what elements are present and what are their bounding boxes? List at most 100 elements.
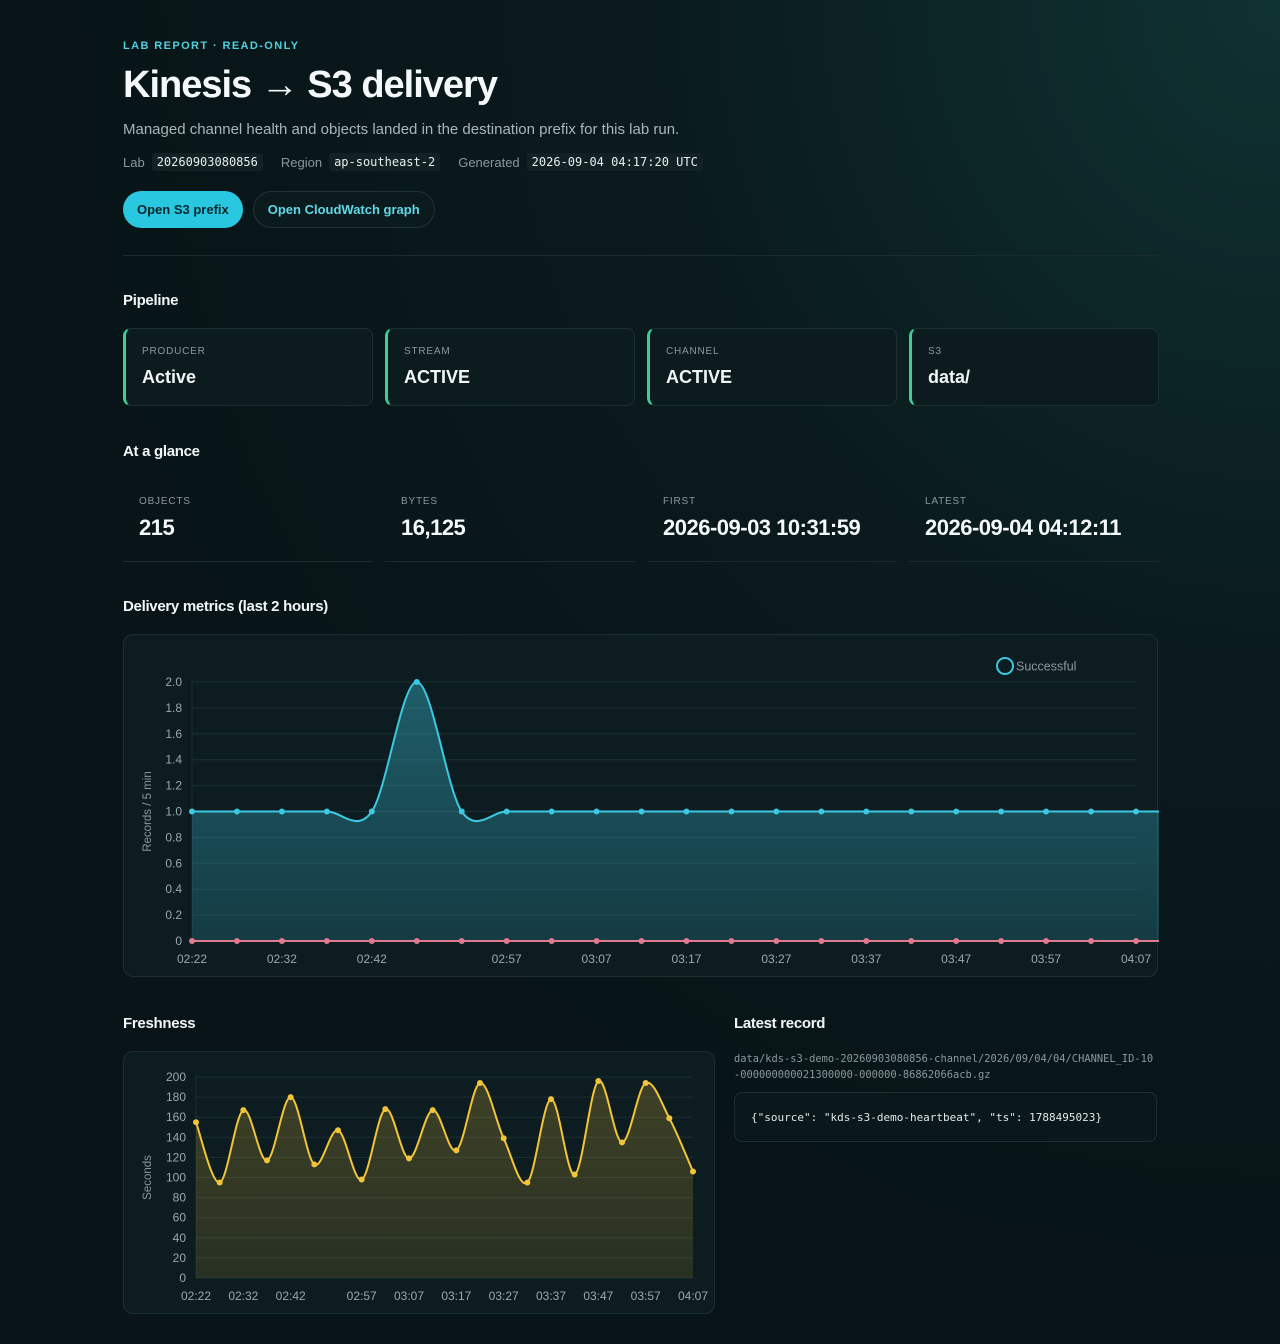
data-point bbox=[593, 808, 600, 815]
card-value: ACTIVE bbox=[404, 367, 471, 387]
series-area bbox=[196, 1080, 693, 1278]
data-point bbox=[458, 938, 465, 944]
card-value: 2026-09-04 04:12:11 bbox=[925, 515, 1122, 540]
y-tick-label: 20 bbox=[173, 1251, 187, 1265]
meta-lab-value: 20260903080856 bbox=[151, 153, 263, 171]
card-value: data/ bbox=[928, 367, 971, 387]
x-tick-label: 02:42 bbox=[357, 952, 387, 966]
y-tick-label: 0.4 bbox=[165, 882, 182, 896]
y-tick-label: 140 bbox=[166, 1130, 186, 1144]
data-point bbox=[683, 938, 690, 944]
data-point bbox=[642, 1080, 649, 1087]
x-tick-label: 02:32 bbox=[228, 1289, 258, 1303]
data-point bbox=[666, 1115, 673, 1122]
data-point bbox=[1133, 808, 1139, 815]
delivery-chart-panel: 0 0.2 0.4 0.6 0.8 1.0 1.2 1.4 1.6 1.8 2.0 Records /… bbox=[123, 634, 1184, 977]
y-axis-label: Seconds bbox=[142, 1155, 154, 1200]
data-point bbox=[638, 808, 645, 815]
data-point bbox=[863, 808, 870, 815]
card-label: STREAM bbox=[404, 346, 451, 357]
meta-region-key: Region bbox=[280, 154, 323, 170]
y-tick-label: 0.8 bbox=[165, 830, 182, 844]
pipeline-heading: Pipeline bbox=[123, 292, 179, 309]
card-value: 2026-09-03 10:31:59 bbox=[663, 515, 861, 540]
latest-record-path: data/kds-s3-demo-20260903080856-channel/… bbox=[734, 1053, 1154, 1081]
glance-card-objects: OBJECTS 215 bbox=[123, 482, 373, 562]
x-tick-label: 03:37 bbox=[851, 952, 881, 966]
pipeline-card-producer: PRODUCER Active bbox=[123, 328, 373, 406]
data-point bbox=[690, 1168, 696, 1175]
data-point bbox=[413, 679, 420, 685]
y-tick-label: 160 bbox=[166, 1110, 186, 1124]
open-s3-prefix-button[interactable]: Open S3 prefix bbox=[123, 191, 243, 228]
data-point bbox=[818, 938, 825, 944]
y-tick-label: 200 bbox=[166, 1070, 186, 1084]
data-point bbox=[335, 1127, 341, 1134]
data-point bbox=[406, 1155, 412, 1162]
open-cloudwatch-graph-button[interactable]: Open CloudWatch graph bbox=[252, 191, 435, 228]
card-label: PRODUCER bbox=[142, 346, 206, 357]
data-point bbox=[953, 808, 960, 815]
data-point bbox=[323, 808, 330, 815]
y-tick-label: 40 bbox=[173, 1231, 187, 1245]
data-point bbox=[311, 1161, 318, 1168]
y-tick-label: 0 bbox=[179, 1271, 186, 1285]
glance-cards: OBJECTS 215 BYTES 16,125 FIRST 2026-09-0… bbox=[123, 482, 1159, 562]
glance-heading: At a glance bbox=[123, 443, 200, 460]
data-point bbox=[323, 938, 330, 944]
data-point bbox=[189, 808, 195, 815]
meta-generated-key: Generated bbox=[458, 154, 520, 170]
y-tick-label: 1.6 bbox=[165, 727, 182, 741]
data-point bbox=[278, 808, 285, 815]
y-tick-label: 100 bbox=[166, 1171, 186, 1185]
data-point bbox=[728, 938, 735, 944]
data-point bbox=[773, 938, 780, 944]
data-point bbox=[233, 938, 240, 944]
pipeline-card-channel: CHANNEL ACTIVE bbox=[647, 328, 897, 406]
delivery-metrics-heading: Delivery metrics (last 2 hours) bbox=[123, 598, 328, 615]
x-tick-label: 02:42 bbox=[276, 1289, 306, 1303]
data-point bbox=[818, 808, 825, 815]
data-point bbox=[1043, 808, 1050, 815]
x-tick-label: 03:27 bbox=[761, 952, 791, 966]
data-point bbox=[728, 808, 735, 815]
y-tick-label: 1.2 bbox=[165, 779, 182, 793]
card-label: BYTES bbox=[401, 496, 438, 507]
x-tick-label: 03:47 bbox=[583, 1289, 613, 1303]
y-tick-label: 0 bbox=[175, 934, 182, 948]
x-tick-label: 02:22 bbox=[181, 1289, 211, 1303]
page-subtitle: Managed channel health and objects lande… bbox=[123, 121, 680, 138]
data-point bbox=[278, 938, 285, 944]
y-tick-label: 120 bbox=[166, 1150, 186, 1164]
data-point bbox=[595, 1078, 602, 1085]
action-buttons: Open S3 prefix Open CloudWatch graph bbox=[123, 191, 435, 228]
series-line bbox=[192, 680, 1181, 823]
data-point bbox=[413, 938, 420, 944]
freshness-chart-panel: 0 20 40 60 80 100 120 140 160 180 200 Seconds 02:22 0… bbox=[123, 1051, 715, 1314]
data-point bbox=[189, 938, 195, 944]
data-point bbox=[477, 1080, 483, 1087]
page-title: Kinesis → S3 delivery bbox=[123, 64, 498, 106]
data-point bbox=[500, 1135, 507, 1142]
data-point bbox=[524, 1179, 531, 1186]
legend-label: Successful bbox=[1016, 660, 1076, 674]
freshness-chart: 0 20 40 60 80 100 120 140 160 180 200 Seconds 02:22 0… bbox=[142, 1070, 708, 1303]
x-tick-label: 03:37 bbox=[536, 1289, 566, 1303]
data-point bbox=[453, 1147, 460, 1154]
pipeline-card-stream: STREAM ACTIVE bbox=[385, 328, 635, 406]
legend-marker bbox=[996, 657, 1014, 675]
x-tick-label: 03:57 bbox=[1031, 952, 1061, 966]
card-value: 215 bbox=[139, 515, 175, 540]
data-point bbox=[548, 1096, 554, 1103]
x-tick-label: 03:17 bbox=[671, 952, 701, 966]
data-point bbox=[233, 808, 240, 815]
y-tick-label: 1.8 bbox=[165, 701, 182, 715]
pipeline-cards: PRODUCER Active STREAM ACTIVE CHANNEL AC… bbox=[123, 328, 1159, 406]
data-point bbox=[368, 938, 375, 944]
x-tick-label: 02:22 bbox=[177, 952, 207, 966]
x-tick-label: 02:57 bbox=[492, 952, 522, 966]
data-point bbox=[773, 808, 780, 815]
data-point bbox=[953, 938, 960, 944]
y-tick-label: 1.0 bbox=[165, 805, 182, 819]
x-tick-label: 03:47 bbox=[941, 952, 971, 966]
